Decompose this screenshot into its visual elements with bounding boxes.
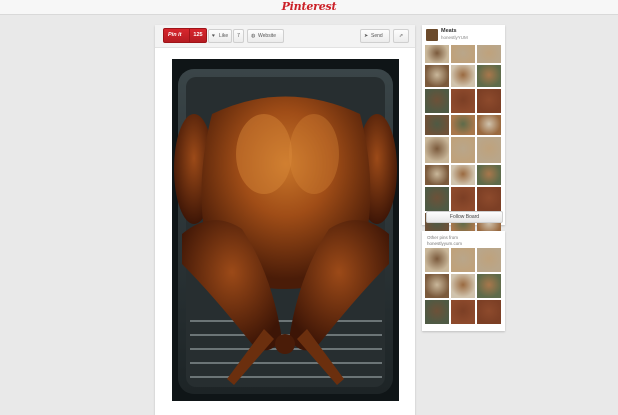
pin-thumbnail[interactable] bbox=[451, 187, 475, 211]
pin-thumbnail[interactable] bbox=[451, 248, 475, 272]
board-title[interactable]: Meats bbox=[441, 28, 457, 34]
website-label: Website bbox=[258, 33, 276, 39]
pin-thumbnail[interactable] bbox=[451, 45, 475, 63]
pin-thumbnail[interactable] bbox=[451, 300, 475, 324]
like-count: 7 bbox=[233, 29, 244, 43]
pin-thumbnail[interactable] bbox=[477, 300, 501, 324]
pin-thumbnail[interactable] bbox=[451, 274, 475, 298]
share-icon: ⇗ bbox=[398, 33, 404, 39]
pin-thumbnail[interactable] bbox=[425, 115, 449, 135]
board-card: Meats honestlyYUM Follow Board bbox=[422, 25, 505, 235]
pin-count: 125 bbox=[189, 29, 206, 42]
other-pins-title: Other pins from honestlyyum.com bbox=[427, 235, 462, 247]
pin-thumbnail[interactable] bbox=[477, 115, 501, 135]
heart-icon: ♥ bbox=[212, 33, 215, 39]
like-label: Like bbox=[219, 33, 229, 39]
other-pins-source[interactable]: honestlyyum.com bbox=[427, 241, 462, 247]
pin-thumbnail[interactable] bbox=[477, 165, 501, 185]
pin-thumbnail[interactable] bbox=[451, 89, 475, 113]
pin-thumbnail[interactable] bbox=[477, 187, 501, 211]
send-icon: ➤ bbox=[364, 33, 369, 39]
pin-thumbnail[interactable] bbox=[425, 274, 449, 298]
like-button[interactable]: ♥ Like bbox=[208, 29, 232, 43]
board-thumbnail[interactable] bbox=[426, 29, 438, 41]
send-button[interactable]: ➤ Send bbox=[360, 29, 390, 43]
pin-thumbnail[interactable] bbox=[451, 137, 475, 163]
pin-thumbnail[interactable] bbox=[425, 45, 449, 63]
pin-thumbnail[interactable] bbox=[477, 274, 501, 298]
globe-icon: ◍ bbox=[251, 33, 256, 39]
pin-thumbnail[interactable] bbox=[425, 187, 449, 211]
pin-thumbnail[interactable] bbox=[477, 137, 501, 163]
pin-it-button[interactable]: Pin it 125 bbox=[163, 28, 207, 43]
website-button[interactable]: ◍ Website bbox=[247, 29, 284, 43]
pin-thumbnail[interactable] bbox=[425, 89, 449, 113]
pin-image-roast-turkey[interactable] bbox=[172, 59, 399, 401]
pin-thumbnail[interactable] bbox=[477, 248, 501, 272]
pin-thumbnail[interactable] bbox=[477, 89, 501, 113]
pin-thumbnail[interactable] bbox=[425, 248, 449, 272]
pin-thumbnail[interactable] bbox=[451, 115, 475, 135]
pin-thumbnail[interactable] bbox=[477, 65, 501, 87]
pin-thumbnail[interactable] bbox=[425, 137, 449, 163]
pin-it-label: Pin it bbox=[168, 32, 182, 38]
pin-thumbnail[interactable] bbox=[425, 165, 449, 185]
pin-thumbnail[interactable] bbox=[451, 165, 475, 185]
pin-thumbnail[interactable] bbox=[451, 65, 475, 87]
pin-action-bar: Pin it 125 ♥ Like 7 ◍ Website ➤ Send ⇗ bbox=[155, 25, 415, 48]
board-user[interactable]: honestlyYUM bbox=[441, 35, 468, 40]
pin-card: Pin it 125 ♥ Like 7 ◍ Website ➤ Send ⇗ bbox=[155, 25, 415, 415]
share-button[interactable]: ⇗ bbox=[393, 29, 409, 43]
top-bar: Pinterest bbox=[0, 0, 618, 15]
turkey-photo bbox=[172, 59, 399, 401]
send-label: Send bbox=[371, 33, 383, 39]
other-pins-card: Other pins from honestlyyum.com bbox=[422, 231, 505, 331]
pinterest-logo[interactable]: Pinterest bbox=[0, 0, 618, 14]
pin-thumbnail[interactable] bbox=[425, 65, 449, 87]
pin-thumbnail[interactable] bbox=[425, 300, 449, 324]
follow-board-button[interactable]: Follow Board bbox=[426, 211, 503, 223]
pin-thumbnail[interactable] bbox=[477, 45, 501, 63]
